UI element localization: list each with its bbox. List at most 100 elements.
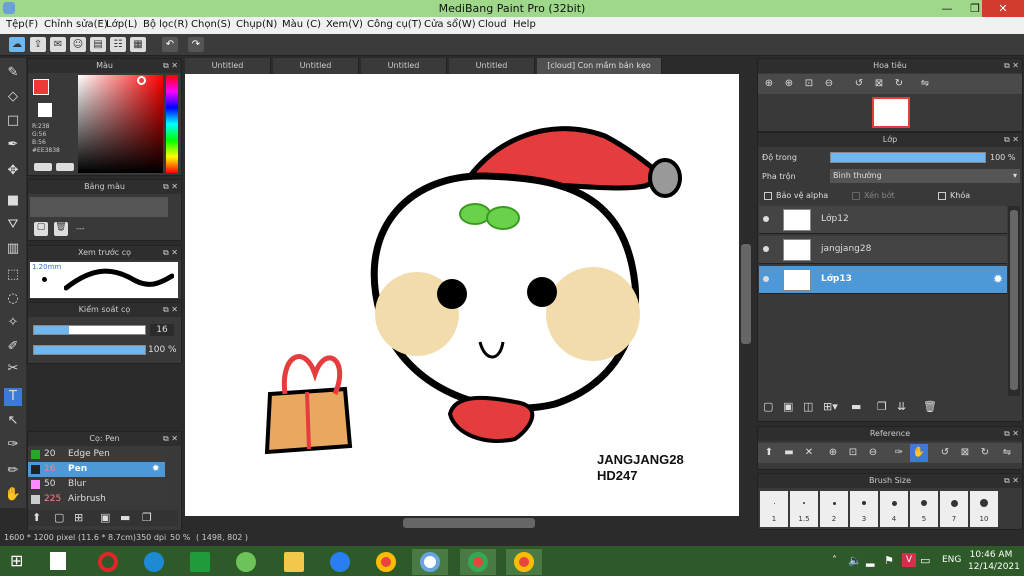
brush-size-cell[interactable]: 1.5 [790,491,818,527]
chrome-app[interactable] [368,549,404,575]
delete-palette-icon[interactable]: 🗑 [54,222,68,236]
menu-edit[interactable]: Chỉnh sửa(E) [44,19,108,30]
protect-alpha-checkbox[interactable] [764,192,772,200]
duplicate-brush-icon[interactable]: ❐ [142,511,152,524]
ref-reset-icon[interactable]: ⊠ [956,444,974,462]
menu-tools[interactable]: Công cụ(T) [367,19,422,30]
brush-size-cell[interactable]: 7 [940,491,968,527]
tab-cloud-document[interactable]: [cloud] Con mầm bán kẹo lạc:r1+ [537,58,662,86]
redo-icon[interactable]: ↷ [188,37,204,52]
volume-icon[interactable]: 🔈 [848,554,862,567]
ref-folder-icon[interactable]: ▬ [780,444,798,462]
color-mode-button[interactable] [34,163,52,171]
brush-size-slider[interactable] [33,325,146,335]
windows-start-icon[interactable]: ⊞ [10,552,28,570]
medibang-app[interactable] [412,549,448,575]
canvas-vertical-scrollbar[interactable] [739,74,753,516]
ref-fit-icon[interactable]: ⊡ [844,444,862,462]
menu-help[interactable]: Help [513,19,536,30]
reset-icon[interactable]: ⊠ [870,75,888,93]
zoom-out-icon[interactable]: ⊖ [820,75,838,93]
select-rect-icon[interactable]: ⬚ [4,266,22,284]
new-8bit-layer-icon[interactable]: ◫ [803,400,813,413]
canvas-horizontal-scrollbar[interactable] [185,516,739,530]
document-icon[interactable]: ▤ [90,37,106,52]
operation-tool-icon[interactable]: ↖ [4,412,22,430]
fit-icon[interactable]: ⊡ [800,75,818,93]
network-icon[interactable]: ▂ [866,554,874,567]
menu-filter[interactable]: Bộ lọc(R) [143,19,188,30]
grid-icon[interactable]: ▦ [130,37,146,52]
lock-checkbox[interactable] [938,192,946,200]
ref-rotate-left-icon[interactable]: ↺ [936,444,954,462]
comment-icon[interactable]: ✉ [50,37,66,52]
tray-chevron-icon[interactable]: ˄ [832,555,837,566]
brush-size-value[interactable]: 16 [150,324,174,336]
rotate-right-icon[interactable]: ↻ [890,75,908,93]
brush-item-airbrush[interactable]: 225 Airbrush [28,492,165,507]
eraser-tool-icon[interactable]: ◇ [4,88,22,106]
menu-view[interactable]: Xem(V) [326,19,363,30]
chrome-app-3[interactable] [506,549,542,575]
tab-untitled-1[interactable]: Untitled [185,58,271,74]
layer-settings-gear-icon[interactable]: ✹ [993,272,1003,286]
palette-swatches[interactable] [30,197,168,217]
share-icon[interactable]: ⇪ [30,37,46,52]
new-brush-icon[interactable]: ▢ [54,511,64,524]
brush-size-cell[interactable]: 4 [880,491,908,527]
tab-untitled-2[interactable]: Untitled [273,58,359,74]
menu-file[interactable]: Tệp(F) [6,19,38,30]
new-halftone-layer-icon[interactable]: ▣ [783,400,793,413]
brush-size-cell[interactable]: 2 [820,491,848,527]
zalo-app[interactable] [322,549,358,575]
brush-item-blur[interactable]: 50 Blur [28,477,165,492]
rectangle-tool-icon[interactable]: □ [4,112,22,130]
menu-window[interactable]: Cửa sổ(W) [424,19,476,30]
blend-mode-select[interactable]: Bình thường ▾ [830,169,1020,183]
drawing-canvas[interactable]: JANGJANG28 HD247 [185,74,739,516]
fill-rect-tool-icon[interactable]: ■ [4,192,22,210]
brush-size-cell[interactable]: 5 [910,491,938,527]
layer-row-selected[interactable]: Lớp13 ✹ [759,266,1007,294]
pencil-tool-icon[interactable]: ✏ [4,462,22,480]
brush-size-cell[interactable]: 10 [970,491,998,527]
brush-opacity-value[interactable]: 100 [148,345,165,355]
brush-settings-gear-icon[interactable]: ✹ [152,462,160,477]
close-button[interactable]: ✕ [982,0,1024,17]
menu-cloud[interactable]: Cloud [478,19,507,30]
new-palette-icon[interactable]: ▢ [34,222,48,236]
merge-layer-icon[interactable]: ⇊ [897,400,906,413]
text-tool-icon[interactable]: T [4,388,22,406]
layer-opacity-slider[interactable] [830,152,986,163]
vpn-icon[interactable]: V [902,553,916,567]
tab-untitled-3[interactable]: Untitled [361,58,447,74]
ref-rotate-right-icon[interactable]: ↻ [976,444,994,462]
battery-icon[interactable]: ▭ [920,554,930,567]
add-layer-menu-icon[interactable]: ⊞▾ [823,400,838,413]
color-field[interactable] [78,75,163,173]
eyedropper-icon[interactable]: ✑ [4,436,22,454]
menu-capture[interactable]: Chụp(N) [236,19,277,30]
language-indicator[interactable]: ENG [942,555,961,565]
minimize-button[interactable]: — [934,0,960,17]
visibility-icon[interactable] [763,276,769,282]
ie-app[interactable] [136,549,172,575]
magic-wand-icon[interactable]: ✧ [4,314,22,332]
list-icon[interactable]: ☷ [110,37,126,52]
primary-color-swatch[interactable] [33,79,49,95]
menu-layer[interactable]: Lớp(L) [106,19,137,30]
new-layer-icon[interactable]: ▢ [763,400,773,413]
ref-eyedropper-icon[interactable]: ✑ [890,444,908,462]
secondary-color-swatch[interactable] [38,103,52,117]
layer-row[interactable]: Lớp12 [759,206,1007,234]
antivirus-icon[interactable]: ⚑ [884,554,894,567]
edit-brush-icon[interactable]: ▣ [100,511,110,524]
cloud-icon[interactable]: ☁ [9,37,25,52]
opera-app[interactable] [90,549,126,575]
add-brush-icon[interactable]: ⬆ [32,511,41,524]
chrome-app-2[interactable] [460,549,496,575]
chat-icon[interactable]: ☺ [70,37,86,52]
ref-hand-icon[interactable]: ✋ [910,444,928,462]
brush-tool-icon[interactable]: ✎ [4,64,22,82]
gradient-tool-icon[interactable]: ▥ [4,240,22,258]
